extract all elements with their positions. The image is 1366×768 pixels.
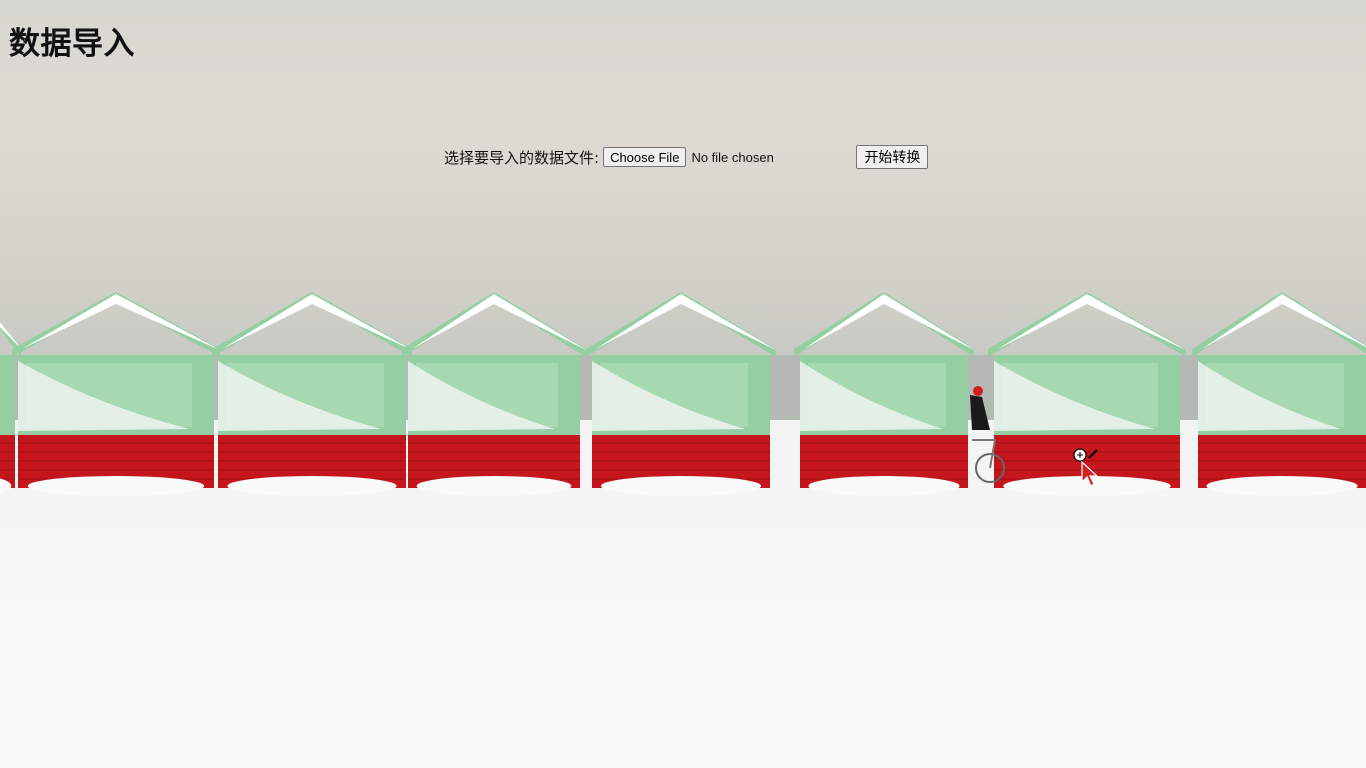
mouse-cursor-icon bbox=[1073, 448, 1099, 487]
import-form: 选择要导入的数据文件: Choose File No file chosen 开… bbox=[444, 145, 929, 169]
choose-file-button[interactable]: Choose File bbox=[603, 147, 687, 167]
file-input-label: 选择要导入的数据文件: bbox=[444, 148, 600, 167]
background-photo bbox=[0, 0, 1366, 768]
file-status-text: No file chosen bbox=[691, 149, 774, 165]
start-convert-button[interactable]: 开始转换 bbox=[856, 145, 929, 169]
page-title: 数据导入 bbox=[9, 26, 135, 62]
page: 数据导入 选择要导入的数据文件: Choose File No file cho… bbox=[0, 0, 1366, 768]
